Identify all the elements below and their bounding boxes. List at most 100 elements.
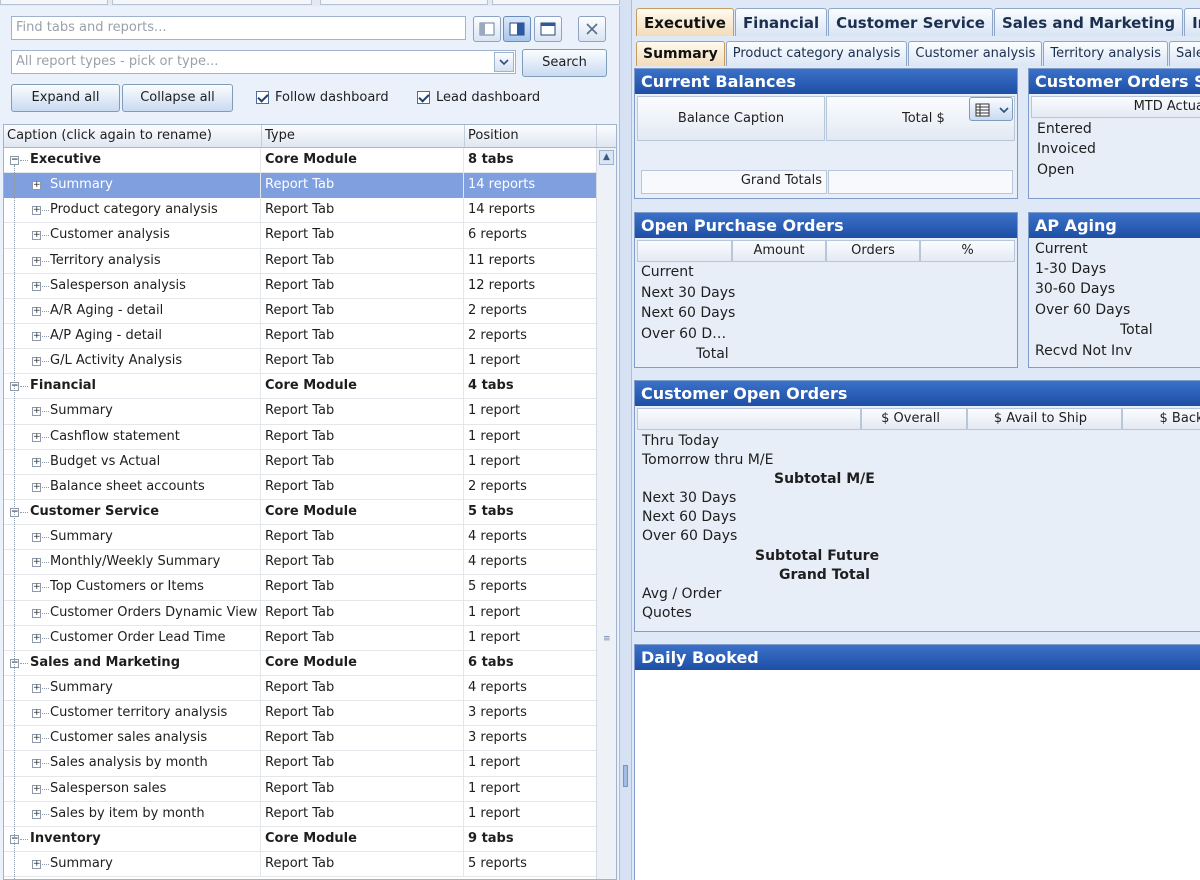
column-header-overall[interactable]: $ Overall [861, 408, 967, 430]
caption-cell[interactable]: − Sales and Marketing [4, 650, 261, 676]
column-header-backorder[interactable]: $ Backo [1122, 408, 1200, 430]
tab-inventory[interactable]: Invento [1184, 8, 1200, 36]
column-header-position[interactable]: Position [465, 125, 597, 147]
tab-executive[interactable]: Executive [636, 8, 734, 36]
expand-node-icon[interactable]: + [32, 784, 41, 794]
pane-splitter[interactable] [620, 0, 632, 880]
chevron-down-icon[interactable] [494, 52, 514, 72]
tree-group-row[interactable]: − Executive Core Module 8 tabs [4, 148, 597, 174]
expand-node-icon[interactable]: + [32, 181, 41, 191]
expand-node-icon[interactable]: + [32, 683, 41, 693]
expand-node-icon[interactable]: + [32, 859, 41, 869]
caption-cell[interactable]: + A/P Aging - detail [4, 323, 261, 349]
caption-cell[interactable]: + Salesperson sales [4, 776, 261, 802]
tree-group-row[interactable]: − Sales and Marketing Core Module 6 tabs [4, 650, 597, 676]
layout-left-button[interactable] [473, 16, 501, 42]
collapse-all-button[interactable]: Collapse all [122, 84, 233, 112]
search-button[interactable]: Search [522, 49, 607, 77]
tab-product-category-analysis[interactable]: Product category analysis [725, 41, 908, 66]
caption-cell[interactable]: − Customer Service [4, 499, 261, 525]
find-tabs-input[interactable]: Find tabs and reports... [11, 16, 466, 40]
caption-cell[interactable]: + Summary [4, 173, 261, 199]
caption-cell[interactable]: + Cashflow statement [4, 424, 261, 450]
caption-cell[interactable]: + G/L Activity Analysis [4, 349, 261, 375]
tree-row[interactable]: + Customer Orders Dynamic View Report Tab 1… [4, 600, 597, 626]
tree-row[interactable]: + Summary Report Tab 5 reports [4, 851, 597, 878]
caption-cell[interactable]: + A/R Aging - detail [4, 298, 261, 324]
tree-row[interactable]: + Cashflow statement Report Tab 1 report [4, 424, 597, 450]
tree-row[interactable]: + Top Customers or Items Report Tab 5 repor… [4, 575, 597, 601]
caption-cell[interactable]: + Balance sheet accounts [4, 474, 261, 500]
tree-row[interactable]: + G/L Activity Analysis Report Tab 1 report [4, 349, 597, 375]
column-header-balance-caption[interactable]: Balance Caption [637, 96, 825, 141]
close-panel-button[interactable] [578, 16, 606, 42]
caption-cell[interactable]: + Sales by item by month [4, 801, 261, 827]
tree-row[interactable]: + Customer analysis Report Tab 6 reports [4, 223, 597, 249]
caption-cell[interactable]: + Sales analysis by month [4, 751, 261, 777]
expand-node-icon[interactable]: + [32, 256, 41, 266]
column-header-percent[interactable]: % [920, 240, 1015, 262]
expand-node-icon[interactable]: + [32, 357, 41, 367]
column-header-mtd-actual[interactable]: MTD Actua [1031, 96, 1200, 118]
caption-cell[interactable]: + Territory analysis [4, 248, 261, 274]
caption-cell[interactable]: + Summary [4, 851, 261, 877]
tree-group-row[interactable]: − Inventory Core Module 9 tabs [4, 826, 597, 852]
expand-node-icon[interactable]: + [32, 407, 41, 417]
expand-node-icon[interactable]: + [32, 306, 41, 316]
tab-sales-and-marketing[interactable]: Sales and Marketing [993, 8, 1184, 36]
lead-dashboard-checkbox[interactable]: Lead dashboard [417, 90, 540, 105]
caption-cell[interactable]: + Top Customers or Items [4, 575, 261, 601]
tree-row[interactable]: + Summary Report Tab 4 reports [4, 675, 597, 702]
tree-row[interactable]: + Customer territory analysis Report Tab 3 … [4, 701, 597, 727]
expand-node-icon[interactable]: + [32, 533, 41, 543]
column-header-avail-to-ship[interactable]: $ Avail to Ship [967, 408, 1122, 430]
tab-summary[interactable]: Summary [636, 41, 725, 66]
tree-row[interactable]: + Salesperson sales Report Tab 1 report [4, 776, 597, 802]
tree-row[interactable]: + A/P Aging - detail Report Tab 2 reports [4, 323, 597, 350]
follow-dashboard-checkbox[interactable]: Follow dashboard [256, 90, 389, 105]
expand-node-icon[interactable]: + [32, 809, 41, 819]
report-types-combo[interactable]: All report types - pick or type... [11, 50, 516, 74]
caption-cell[interactable]: + Budget vs Actual [4, 449, 261, 475]
expand-node-icon[interactable]: + [32, 432, 41, 442]
tree-group-row[interactable]: − Financial Core Module 4 tabs [4, 374, 597, 400]
scroll-up-icon[interactable]: ▲ [599, 150, 614, 165]
collapse-node-icon[interactable]: − [10, 156, 19, 165]
column-header-amount[interactable]: Amount [732, 240, 826, 262]
tree-row[interactable]: + Summary Report Tab 4 reports [4, 525, 597, 551]
tree-group-row[interactable]: − Customer Service Core Module 5 tabs [4, 499, 597, 526]
tree-row[interactable]: + Customer sales analysis Report Tab 3 repo… [4, 726, 597, 752]
expand-node-icon[interactable]: + [32, 558, 41, 568]
caption-cell[interactable]: − Financial [4, 374, 261, 400]
tab-customer-service[interactable]: Customer Service [828, 8, 993, 36]
layout-split-button[interactable] [503, 16, 531, 42]
splitter-handle[interactable] [623, 765, 628, 787]
tab-salesperson-analysis[interactable]: Salesperso [1169, 41, 1200, 66]
expand-node-icon[interactable]: + [32, 759, 41, 769]
vertical-scrollbar[interactable]: ▲ ≡ [596, 148, 616, 879]
tree-row[interactable]: + Sales by item by month Report Tab 1 repor… [4, 801, 597, 827]
tab-territory-analysis[interactable]: Territory analysis [1043, 41, 1169, 66]
tab-customer-analysis[interactable]: Customer analysis [908, 41, 1043, 66]
expand-node-icon[interactable]: + [32, 734, 41, 744]
caption-cell[interactable]: + Salesperson analysis [4, 273, 261, 299]
column-header-type[interactable]: Type [262, 125, 465, 147]
tree-row[interactable]: + Sales analysis by month Report Tab 1 repo… [4, 751, 597, 777]
column-header-caption[interactable]: Caption (click again to rename) [4, 125, 262, 147]
expand-node-icon[interactable]: + [32, 457, 41, 467]
layout-full-button[interactable] [534, 16, 562, 42]
tree-row[interactable]: + Salesperson analysis Report Tab 12 report… [4, 273, 597, 299]
expand-node-icon[interactable]: + [32, 231, 41, 241]
tree-row[interactable]: + Summary Report Tab 14 reports [4, 173, 597, 199]
caption-cell[interactable]: + Summary [4, 675, 261, 701]
caption-cell[interactable]: + Customer analysis [4, 223, 261, 249]
column-header-orders[interactable]: Orders [826, 240, 920, 262]
expand-node-icon[interactable]: + [32, 482, 41, 492]
caption-cell[interactable]: + Customer Order Lead Time [4, 625, 261, 651]
expand-node-icon[interactable]: + [32, 633, 41, 643]
caption-cell[interactable]: + Customer Orders Dynamic View [4, 600, 261, 626]
tree-row[interactable]: + Budget vs Actual Report Tab 1 report [4, 449, 597, 475]
tree-row[interactable]: + A/R Aging - detail Report Tab 2 reports [4, 298, 597, 324]
caption-cell[interactable]: − Inventory [4, 826, 261, 852]
caption-cell[interactable]: − Executive [4, 148, 261, 173]
